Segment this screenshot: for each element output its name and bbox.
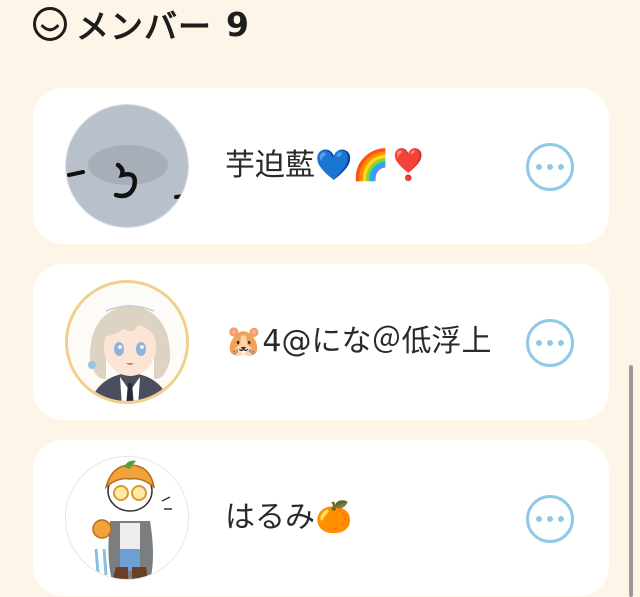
more-icon [536, 516, 542, 522]
member-card[interactable]: 芋迫藍💙🌈❣️ [33, 88, 609, 244]
more-button[interactable] [526, 319, 574, 367]
scrollbar[interactable] [629, 365, 633, 597]
more-icon [536, 340, 542, 346]
member-name: はるみ🍊 [225, 500, 353, 535]
member-card[interactable]: はるみ🍊 [33, 440, 609, 596]
smile-icon [33, 7, 67, 41]
page-title: メンバー [76, 7, 212, 46]
section-header: メンバー 9 [32, 2, 249, 46]
avatar[interactable] [65, 280, 189, 404]
member-card[interactable]: 🐹4@にな＠低浮上 [33, 264, 609, 420]
more-button[interactable] [526, 143, 574, 191]
avatar[interactable] [65, 456, 189, 580]
more-icon [536, 164, 542, 170]
avatar[interactable] [65, 104, 189, 228]
more-button[interactable] [526, 495, 574, 543]
member-name: 🐹4@にな＠低浮上 [225, 324, 492, 359]
member-count: 9 [226, 4, 249, 44]
member-name: 芋迫藍💙🌈❣️ [225, 148, 428, 183]
